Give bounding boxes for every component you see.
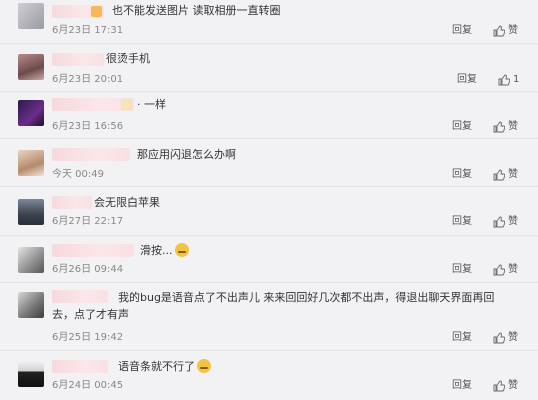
comment-item: 语音条就不行了 6月24日 00:45 回复 赞 xyxy=(0,351,538,400)
like-label: 赞 xyxy=(508,380,518,391)
like-button[interactable]: 赞 xyxy=(493,216,518,228)
avatar[interactable] xyxy=(18,3,44,29)
like-button[interactable]: 赞 xyxy=(493,25,518,37)
avatar[interactable] xyxy=(18,292,44,318)
comment-time: 6月24日 00:45 xyxy=(52,380,124,391)
reply-button[interactable]: 回复 xyxy=(452,25,472,37)
like-label: 赞 xyxy=(508,25,518,36)
reply-button[interactable]: 回复 xyxy=(452,332,472,344)
avatar[interactable] xyxy=(18,199,44,225)
comment-time: 6月27日 22:17 xyxy=(52,216,124,227)
like-button[interactable]: 赞 xyxy=(493,169,518,181)
like-button[interactable]: 1 xyxy=(498,74,519,86)
comment-text: 滑按... xyxy=(140,243,189,258)
avatar[interactable] xyxy=(18,361,44,387)
comment-item: 我的bug是语音点了不出声儿 来来回回好几次都不出声，得退出聊天界面再回去，点了… xyxy=(0,283,538,351)
avatar[interactable] xyxy=(18,150,44,176)
username[interactable] xyxy=(52,148,130,161)
reply-button[interactable]: 回复 xyxy=(452,380,472,392)
smiley-emoji-icon xyxy=(197,359,211,373)
avatar[interactable] xyxy=(18,247,44,273)
comment-item: 会无限白苹果 6月27日 22:17 回复 赞 xyxy=(0,187,538,236)
comment-item: 也不能发送图片 读取相册一直转圈 6月23日 17:31 回复 赞 xyxy=(0,0,538,44)
comment-body: 滑按... xyxy=(140,244,173,257)
comment-time: 6月23日 20:01 xyxy=(52,74,124,85)
username[interactable] xyxy=(52,53,104,66)
thumbs-up-icon xyxy=(493,169,505,181)
comment-time: 今天 00:49 xyxy=(52,169,104,180)
thumbs-up-icon xyxy=(493,332,505,344)
comment-time: 6月25日 19:42 xyxy=(52,332,124,343)
like-label: 赞 xyxy=(508,264,518,275)
reply-button[interactable]: 回复 xyxy=(452,169,472,181)
reply-button[interactable]: 回复 xyxy=(457,74,477,86)
username[interactable] xyxy=(52,360,108,373)
like-button[interactable]: 赞 xyxy=(493,332,518,344)
username[interactable] xyxy=(52,244,134,257)
comment-time: 6月23日 17:31 xyxy=(52,25,124,36)
like-label: 赞 xyxy=(508,216,518,227)
comment-time: 6月26日 09:44 xyxy=(52,264,124,275)
like-button[interactable]: 赞 xyxy=(493,121,518,133)
comment-text: 语音条就不行了 xyxy=(118,359,211,374)
comment-text: 我的bug是语音点了不出声儿 来来回回好几次都不出声，得退出聊天界面再回去，点了… xyxy=(52,291,495,321)
thumbs-up-icon xyxy=(493,264,505,276)
username[interactable] xyxy=(52,196,92,209)
reply-button[interactable]: 回复 xyxy=(452,216,472,228)
comment-time: 6月23日 16:56 xyxy=(52,121,124,132)
thumbs-up-icon xyxy=(498,74,510,86)
thumbs-up-icon xyxy=(493,25,505,37)
like-label: 赞 xyxy=(508,169,518,180)
like-label: 赞 xyxy=(508,332,518,343)
comment-item: 滑按... 6月26日 09:44 回复 赞 xyxy=(0,236,538,283)
comment-item: 很烫手机 6月23日 20:01 回复 1 xyxy=(0,44,538,92)
avatar[interactable] xyxy=(18,100,44,126)
reply-button[interactable]: 回复 xyxy=(452,121,472,133)
comment-item: 那应用闪退怎么办啊 今天 00:49 回复 赞 xyxy=(0,139,538,187)
comment-text: 很烫手机 xyxy=(106,52,150,65)
thumbs-up-icon xyxy=(493,121,505,133)
like-label: 赞 xyxy=(508,121,518,132)
comment-text: 那应用闪退怎么办啊 xyxy=(137,148,236,161)
comment-item: · 一样 6月23日 16:56 回复 赞 xyxy=(0,92,538,139)
like-count: 1 xyxy=(513,74,520,85)
comment-text: 会无限白苹果 xyxy=(94,196,160,209)
thumbs-up-icon xyxy=(493,216,505,228)
comment-text: 也不能发送图片 读取相册一直转圈 xyxy=(112,4,281,17)
thumbs-up-icon xyxy=(493,380,505,392)
username[interactable] xyxy=(52,98,134,111)
comment-body: 语音条就不行了 xyxy=(118,360,195,373)
comment-text: · 一样 xyxy=(137,98,166,111)
smiley-emoji-icon xyxy=(174,243,189,257)
reply-button[interactable]: 回复 xyxy=(452,264,472,276)
comment-list: 也不能发送图片 读取相册一直转圈 6月23日 17:31 回复 赞 很烫手机 6… xyxy=(0,0,538,400)
like-button[interactable]: 赞 xyxy=(493,380,518,392)
avatar[interactable] xyxy=(18,54,44,80)
like-button[interactable]: 赞 xyxy=(493,264,518,276)
username[interactable] xyxy=(52,5,104,18)
